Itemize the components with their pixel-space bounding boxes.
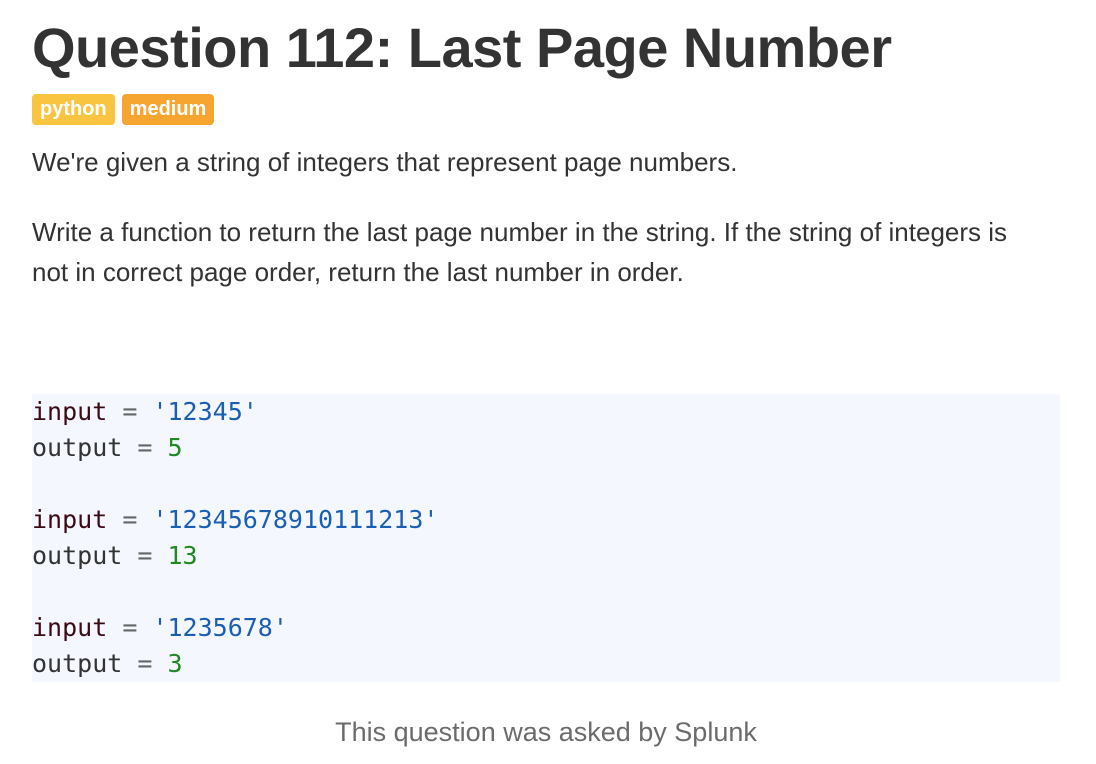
page-title: Question 112: Last Page Number [32,16,892,79]
description-paragraph-2: Write a function to return the last page… [32,217,1008,287]
code-string: '1235678' [152,613,288,642]
code-operator: = [122,397,138,426]
code-operator: = [122,505,138,534]
tag-list: python medium [32,94,215,125]
code-operator: = [137,541,153,570]
example-3-input-line: input = '1235678' [32,610,288,646]
example-2-output-line: output = 13 [32,538,198,574]
tag-medium[interactable]: medium [121,94,215,125]
code-operator: = [122,613,138,642]
description-paragraph-1: We're given a string of integers that re… [32,147,738,177]
code-operator: = [137,649,153,678]
code-variable: output [32,649,123,678]
code-number: 3 [167,649,183,678]
code-variable: input [32,613,108,642]
example-1-output-line: output = 5 [32,430,183,466]
code-string: '12345678910111213' [152,505,439,534]
code-variable: output [32,541,123,570]
code-variable: output [32,433,123,462]
code-string: '12345' [152,397,258,426]
example-3-output-line: output = 3 [32,646,183,682]
example-1-input-line: input = '12345' [32,394,258,430]
code-operator: = [137,433,153,462]
code-block: input = '12345' output = 5 input = '1234… [32,394,1060,682]
tag-python[interactable]: python [32,94,115,125]
code-variable: input [32,397,108,426]
asked-by-footer: This question was asked by Splunk [335,717,757,747]
code-number: 5 [167,433,183,462]
example-2-input-line: input = '12345678910111213' [32,502,438,538]
code-number: 13 [167,541,198,570]
code-variable: input [32,505,108,534]
